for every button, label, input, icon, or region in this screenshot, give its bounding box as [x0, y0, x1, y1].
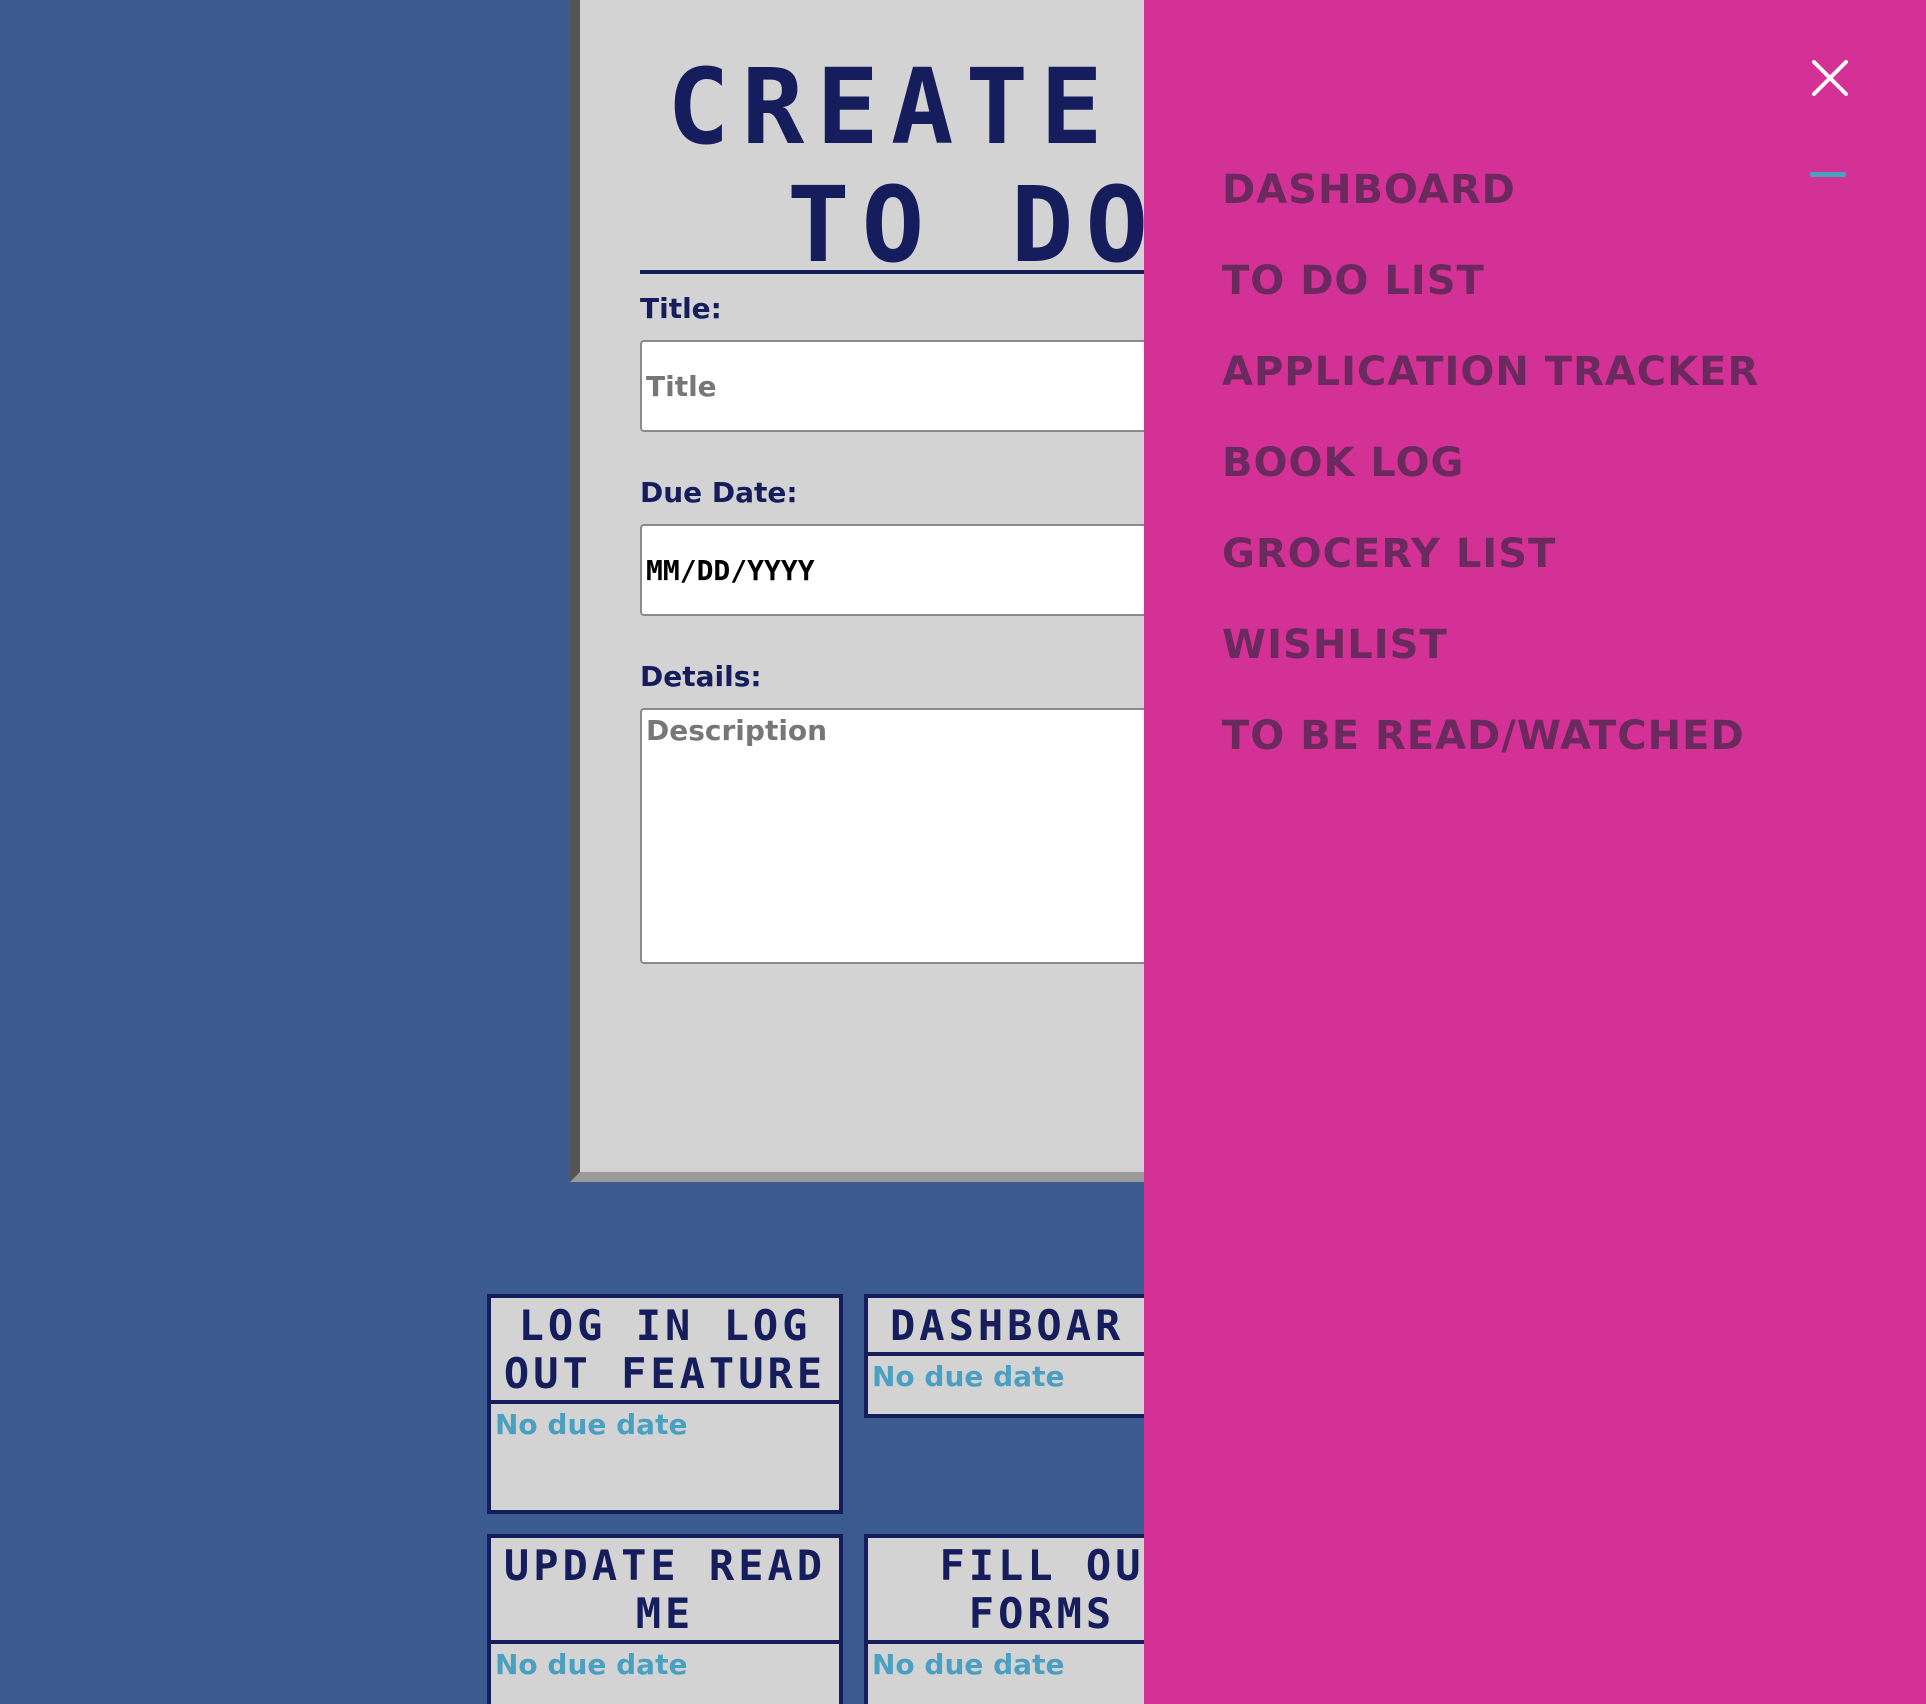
app-root: CREATE TO DO Title: Due Date: MM/DD/YYYY…: [0, 0, 1926, 1704]
nav-item-wishlist[interactable]: WISHLIST: [1222, 615, 1759, 706]
nav-item-book-log[interactable]: BOOK LOG: [1222, 433, 1759, 524]
task-title: LOG IN LOG OUT FEATURE: [491, 1298, 839, 1404]
page-title-line2: TO DO: [787, 164, 1161, 286]
nav-item-grocery-list[interactable]: GROCERY LIST: [1222, 524, 1759, 615]
details-label: Details:: [640, 660, 762, 693]
task-title: UPDATE READ ME: [491, 1538, 839, 1644]
minus-icon: [1810, 172, 1846, 177]
close-icon[interactable]: [1808, 56, 1852, 100]
nav-menu: DASHBOARD TO DO LIST APPLICATION TRACKER…: [1222, 160, 1759, 797]
due-date-label: Due Date:: [640, 476, 798, 509]
close-button[interactable]: [1808, 56, 1852, 100]
side-nav: DASHBOARD TO DO LIST APPLICATION TRACKER…: [1144, 0, 1926, 1704]
task-due-date: No due date: [495, 1408, 688, 1441]
task-card[interactable]: LOG IN LOG OUT FEATURE No due date: [487, 1294, 843, 1514]
nav-item-to-do-list[interactable]: TO DO LIST: [1222, 251, 1759, 342]
page-title-line1: CREATE: [667, 46, 1115, 168]
nav-item-dashboard[interactable]: DASHBOARD: [1222, 160, 1759, 251]
title-label: Title:: [640, 292, 722, 325]
nav-item-application-tracker[interactable]: APPLICATION TRACKER: [1222, 342, 1759, 433]
nav-item-to-be-read-watched[interactable]: TO BE READ/WATCHED: [1222, 706, 1759, 797]
task-card[interactable]: UPDATE READ ME No due date: [487, 1534, 843, 1704]
task-due-date: No due date: [495, 1648, 688, 1681]
